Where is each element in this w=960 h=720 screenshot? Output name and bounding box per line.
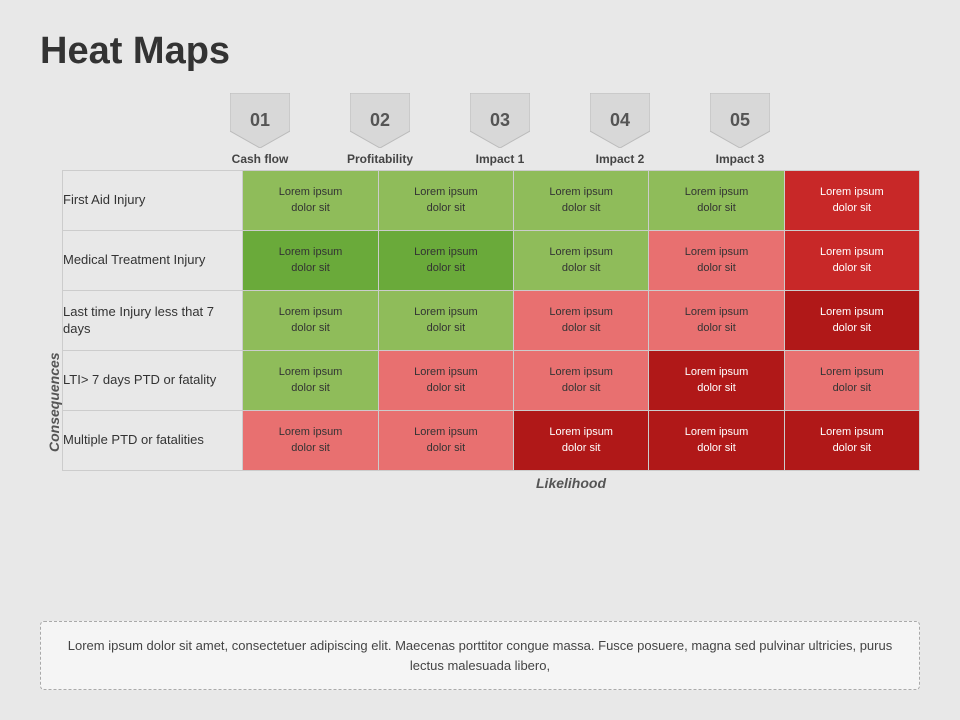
col-label-2: Profitability — [345, 148, 415, 170]
table-row: Multiple PTD or fatalitiesLorem ipsumdol… — [63, 411, 920, 471]
cell-text: Lorem ipsumdolor sit — [785, 185, 919, 216]
cell-1-4: Lorem ipsumdolor sit — [649, 171, 784, 231]
col-header-4: 04 Impact 2 — [560, 93, 680, 170]
cell-2-4: Lorem ipsumdolor sit — [649, 231, 784, 291]
row-label-4: LTI> 7 days PTD or fatality — [63, 351, 243, 411]
col-header-5: 05 Impact 3 — [680, 93, 800, 170]
row-label-2: Medical Treatment Injury — [63, 231, 243, 291]
row-label-3: Last time Injury less that 7 days — [63, 291, 243, 351]
pentagon-2: 02 — [350, 93, 410, 148]
pentagon-num-4: 04 — [610, 110, 630, 131]
col-header-2: 02 Profitability — [320, 93, 440, 170]
table-row: Medical Treatment InjuryLorem ipsumdolor… — [63, 231, 920, 291]
cell-text: Lorem ipsumdolor sit — [649, 305, 783, 336]
table-area: First Aid InjuryLorem ipsumdolor sitLore… — [62, 170, 920, 605]
consequences-label: Consequences — [40, 230, 62, 575]
cell-3-5: Lorem ipsumdolor sit — [784, 291, 919, 351]
cell-4-1: Lorem ipsumdolor sit — [243, 351, 378, 411]
cell-4-4: Lorem ipsumdolor sit — [649, 351, 784, 411]
cell-3-1: Lorem ipsumdolor sit — [243, 291, 378, 351]
pentagon-3: 03 — [470, 93, 530, 148]
cell-text: Lorem ipsumdolor sit — [379, 365, 513, 396]
cell-2-5: Lorem ipsumdolor sit — [784, 231, 919, 291]
pentagon-num-3: 03 — [490, 110, 510, 131]
cell-text: Lorem ipsumdolor sit — [379, 305, 513, 336]
cell-1-1: Lorem ipsumdolor sit — [243, 171, 378, 231]
cell-text: Lorem ipsumdolor sit — [514, 185, 648, 216]
cell-text: Lorem ipsumdolor sit — [514, 305, 648, 336]
table-row: First Aid InjuryLorem ipsumdolor sitLore… — [63, 171, 920, 231]
col-label-4: Impact 2 — [594, 148, 647, 170]
cell-4-2: Lorem ipsumdolor sit — [378, 351, 513, 411]
column-headers: 01 Cash flow 02 Profitability 03 Impact … — [200, 93, 920, 170]
cell-text: Lorem ipsumdolor sit — [649, 185, 783, 216]
cell-2-2: Lorem ipsumdolor sit — [378, 231, 513, 291]
page-title: Heat Maps — [40, 30, 920, 73]
cell-5-5: Lorem ipsumdolor sit — [784, 411, 919, 471]
page: Heat Maps 01 Cash flow 02 Profitability … — [0, 0, 960, 720]
cell-text: Lorem ipsumdolor sit — [514, 365, 648, 396]
cell-1-3: Lorem ipsumdolor sit — [514, 171, 649, 231]
cell-4-3: Lorem ipsumdolor sit — [514, 351, 649, 411]
pentagon-1: 01 — [230, 93, 290, 148]
cell-text: Lorem ipsumdolor sit — [514, 425, 648, 456]
pentagon-num-1: 01 — [250, 110, 270, 131]
col-header-1: 01 Cash flow — [200, 93, 320, 170]
cell-text: Lorem ipsumdolor sit — [243, 365, 377, 396]
footer-note: Lorem ipsum dolor sit amet, consectetuer… — [40, 621, 920, 690]
cell-5-4: Lorem ipsumdolor sit — [649, 411, 784, 471]
main-content: 01 Cash flow 02 Profitability 03 Impact … — [40, 93, 920, 690]
cell-text: Lorem ipsumdolor sit — [785, 425, 919, 456]
cell-text: Lorem ipsumdolor sit — [379, 425, 513, 456]
pentagon-num-2: 02 — [370, 110, 390, 131]
row-label-1: First Aid Injury — [63, 171, 243, 231]
cell-text: Lorem ipsumdolor sit — [243, 425, 377, 456]
col-header-3: 03 Impact 1 — [440, 93, 560, 170]
heat-map-area: Consequences First Aid InjuryLorem ipsum… — [40, 170, 920, 605]
cell-5-2: Lorem ipsumdolor sit — [378, 411, 513, 471]
cell-1-2: Lorem ipsumdolor sit — [378, 171, 513, 231]
heat-table: First Aid InjuryLorem ipsumdolor sitLore… — [62, 170, 920, 471]
cell-text: Lorem ipsumdolor sit — [649, 425, 783, 456]
table-row: LTI> 7 days PTD or fatalityLorem ipsumdo… — [63, 351, 920, 411]
cell-2-1: Lorem ipsumdolor sit — [243, 231, 378, 291]
table-row: Last time Injury less that 7 daysLorem i… — [63, 291, 920, 351]
cell-text: Lorem ipsumdolor sit — [243, 305, 377, 336]
col-label-1: Cash flow — [230, 148, 291, 170]
cell-text: Lorem ipsumdolor sit — [379, 185, 513, 216]
cell-text: Lorem ipsumdolor sit — [785, 305, 919, 336]
cell-text: Lorem ipsumdolor sit — [649, 245, 783, 276]
cell-3-3: Lorem ipsumdolor sit — [514, 291, 649, 351]
cell-2-3: Lorem ipsumdolor sit — [514, 231, 649, 291]
cell-text: Lorem ipsumdolor sit — [785, 365, 919, 396]
pentagon-num-5: 05 — [730, 110, 750, 131]
cell-text: Lorem ipsumdolor sit — [243, 245, 377, 276]
cell-text: Lorem ipsumdolor sit — [243, 185, 377, 216]
cell-text: Lorem ipsumdolor sit — [785, 245, 919, 276]
cell-text: Lorem ipsumdolor sit — [514, 245, 648, 276]
cell-3-2: Lorem ipsumdolor sit — [378, 291, 513, 351]
cell-1-5: Lorem ipsumdolor sit — [784, 171, 919, 231]
cell-text: Lorem ipsumdolor sit — [379, 245, 513, 276]
pentagon-5: 05 — [710, 93, 770, 148]
likelihood-label: Likelihood — [222, 475, 920, 491]
cell-3-4: Lorem ipsumdolor sit — [649, 291, 784, 351]
cell-4-5: Lorem ipsumdolor sit — [784, 351, 919, 411]
cell-5-3: Lorem ipsumdolor sit — [514, 411, 649, 471]
cell-5-1: Lorem ipsumdolor sit — [243, 411, 378, 471]
col-label-3: Impact 1 — [474, 148, 527, 170]
pentagon-4: 04 — [590, 93, 650, 148]
cell-text: Lorem ipsumdolor sit — [649, 365, 783, 396]
row-label-5: Multiple PTD or fatalities — [63, 411, 243, 471]
col-label-5: Impact 3 — [714, 148, 767, 170]
